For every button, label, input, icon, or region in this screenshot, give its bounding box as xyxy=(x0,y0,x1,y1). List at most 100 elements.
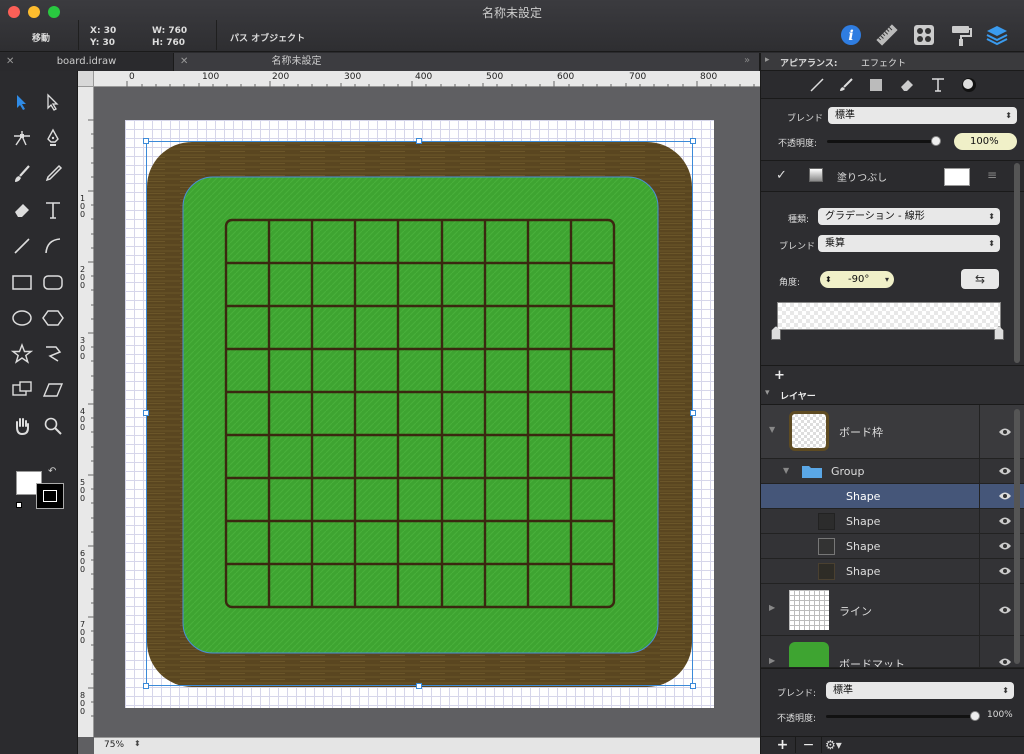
layer-options-gear-icon[interactable]: ⚙▾ xyxy=(825,738,842,752)
polygon-tool-icon[interactable] xyxy=(40,305,66,331)
paint-roller-icon[interactable] xyxy=(948,22,974,48)
opacity-value-field[interactable]: 100% xyxy=(954,133,1017,150)
line-tool-icon[interactable] xyxy=(9,233,35,259)
resize-handle[interactable] xyxy=(143,410,149,416)
board-artwork[interactable] xyxy=(140,135,700,695)
resize-handle[interactable] xyxy=(143,683,149,689)
brush-tool-icon[interactable] xyxy=(9,161,35,187)
gradient-type-select[interactable]: グラデーション - 線形 ⬍ xyxy=(818,208,1000,225)
ruler-icon[interactable] xyxy=(874,22,900,48)
layer-row-shape-selected[interactable]: Shape xyxy=(761,484,1024,509)
swap-gradient-button[interactable]: ⇆ xyxy=(961,269,999,289)
resize-handle[interactable] xyxy=(416,683,422,689)
rectangle-tool-icon[interactable] xyxy=(9,269,35,295)
add-appearance-button[interactable]: + xyxy=(774,368,785,383)
fill-color-well[interactable] xyxy=(944,168,970,186)
w-value[interactable]: 760 xyxy=(168,26,187,36)
opacity-slider-knob[interactable] xyxy=(931,136,941,146)
eraser-tool-icon[interactable] xyxy=(9,197,35,223)
visibility-eye-icon[interactable] xyxy=(998,466,1012,476)
layer-row-lines[interactable]: ▶ ライン xyxy=(761,584,1024,636)
angle-dropdown-icon[interactable]: ▾ xyxy=(885,271,889,288)
resize-handle[interactable] xyxy=(143,138,149,144)
board-mat[interactable] xyxy=(182,176,659,654)
tab-overflow-icon[interactable]: » xyxy=(744,55,750,66)
close-tab-icon[interactable]: ✕ xyxy=(6,53,14,70)
expand-arrow-icon[interactable]: ▼ xyxy=(783,466,789,475)
tab-untitled[interactable]: ✕ 名称未設定 xyxy=(174,53,760,71)
visibility-eye-icon[interactable] xyxy=(998,566,1012,576)
zoom-tool-icon[interactable] xyxy=(40,413,66,439)
text-tool-icon[interactable] xyxy=(40,197,66,223)
resize-handle[interactable] xyxy=(690,138,696,144)
resize-handle[interactable] xyxy=(416,138,422,144)
gradient-preview-bar[interactable] xyxy=(777,302,1001,330)
pencil-tool-icon[interactable] xyxy=(40,161,66,187)
line-style-icon[interactable] xyxy=(809,77,825,93)
close-tab-icon[interactable]: ✕ xyxy=(180,53,188,70)
arc-tool-icon[interactable] xyxy=(40,233,66,259)
star-tool-icon[interactable] xyxy=(9,341,35,367)
layers-icon[interactable] xyxy=(984,22,1010,48)
layer-row-board-frame[interactable]: ▼ ボード枠 xyxy=(761,405,1024,459)
fill-style-icon[interactable] xyxy=(868,77,884,93)
panel-toggle-icon[interactable]: ▸ xyxy=(765,55,770,65)
pen-tool-icon[interactable] xyxy=(40,125,66,151)
layer-row-group[interactable]: ▼ Group xyxy=(761,459,1024,484)
visibility-eye-icon[interactable] xyxy=(998,427,1012,437)
layers-scrollbar[interactable] xyxy=(1014,409,1020,664)
fill-menu-icon[interactable]: ≡ xyxy=(987,168,997,182)
fill-enabled-checkbox[interactable]: ✓ xyxy=(776,168,787,183)
stroke-color-swatch[interactable] xyxy=(36,483,64,509)
layers-toggle-icon[interactable]: ▾ xyxy=(765,388,770,398)
ellipse-tool-icon[interactable] xyxy=(9,305,35,331)
angle-field[interactable]: ⬍ -90° ▾ xyxy=(820,271,894,288)
tab-board-idraw[interactable]: ✕ board.idraw xyxy=(0,53,174,71)
layer-row-shape[interactable]: Shape xyxy=(761,509,1024,534)
grid-icon[interactable] xyxy=(911,22,937,48)
expand-arrow-icon[interactable]: ▶ xyxy=(769,603,775,612)
default-colors-icon[interactable] xyxy=(16,502,22,508)
crop-tool-icon[interactable] xyxy=(9,377,35,403)
brush-style-icon[interactable] xyxy=(838,77,854,93)
skew-tool-icon[interactable] xyxy=(40,377,66,403)
layer-opacity-knob[interactable] xyxy=(970,711,980,721)
zoom-level[interactable]: 75% xyxy=(104,740,124,750)
expand-arrow-icon[interactable]: ▼ xyxy=(769,425,775,434)
visibility-eye-icon[interactable] xyxy=(998,541,1012,551)
text-style-icon[interactable] xyxy=(930,77,946,93)
zoom-stepper-icon[interactable]: ⬍ xyxy=(134,739,141,748)
inspector-scrollbar[interactable] xyxy=(1014,163,1020,363)
visibility-eye-icon[interactable] xyxy=(998,657,1012,667)
layer-blend-select[interactable]: 標準 ⬍ xyxy=(826,682,1014,699)
rounded-rectangle-tool-icon[interactable] xyxy=(40,269,66,295)
layer-row-board-mat[interactable]: ▶ ボードマット xyxy=(761,636,1024,668)
info-icon[interactable]: i xyxy=(838,22,864,48)
visibility-eye-icon[interactable] xyxy=(998,491,1012,501)
swap-colors-icon[interactable]: ↶ xyxy=(48,466,56,477)
visibility-eye-icon[interactable] xyxy=(998,605,1012,615)
resize-handle[interactable] xyxy=(690,410,696,416)
remove-layer-button[interactable]: − xyxy=(796,737,822,753)
shadow-style-icon[interactable] xyxy=(961,77,977,93)
h-value[interactable]: 760 xyxy=(166,38,185,48)
layer-opacity-slider[interactable] xyxy=(826,715,976,718)
angle-stepper-icon[interactable]: ⬍ xyxy=(825,271,832,288)
visibility-eye-icon[interactable] xyxy=(998,516,1012,526)
add-layer-button[interactable]: + xyxy=(770,737,796,753)
spiral-tool-icon[interactable] xyxy=(40,341,66,367)
direct-selection-icon[interactable] xyxy=(40,89,66,115)
blend-mode-select[interactable]: 標準 ⬍ xyxy=(828,107,1017,124)
fill-gradient-icon[interactable] xyxy=(809,168,823,182)
gradient-blend-select[interactable]: 乗算 ⬍ xyxy=(818,235,1000,252)
x-value[interactable]: 30 xyxy=(104,26,117,36)
opacity-slider[interactable] xyxy=(827,140,941,143)
resize-handle[interactable] xyxy=(690,683,696,689)
selection-arrow-icon[interactable] xyxy=(9,89,35,115)
node-tool-icon[interactable] xyxy=(9,125,35,151)
expand-arrow-icon[interactable]: ▶ xyxy=(769,656,775,665)
hand-tool-icon[interactable] xyxy=(9,413,35,439)
eraser-style-icon[interactable] xyxy=(899,77,915,93)
layer-row-shape[interactable]: Shape xyxy=(761,559,1024,584)
layer-row-shape[interactable]: Shape xyxy=(761,534,1024,559)
